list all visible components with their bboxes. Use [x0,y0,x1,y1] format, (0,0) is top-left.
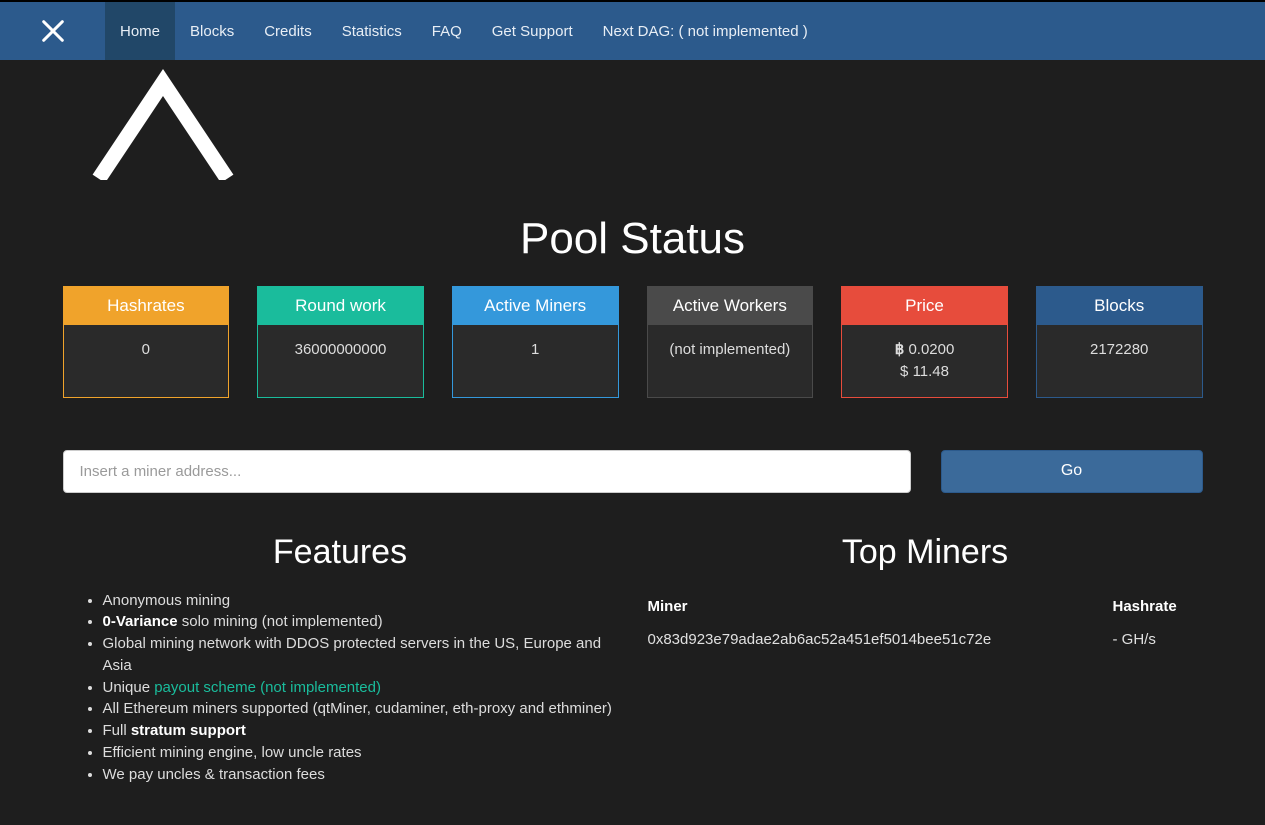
stat-price-value: ฿ 0.0200 $ 11.48 [842,325,1007,397]
feature-text: Unique [103,679,155,696]
dollar-icon: $ [900,363,908,380]
feature-text: solo mining (not implemented) [178,613,383,630]
topminers-title: Top Miners [648,533,1203,572]
price-usd: 11.48 [913,363,949,380]
feature-item: Global mining network with DDOS protecte… [103,633,618,677]
nav-next-dag[interactable]: Next DAG: ( not implemented ) [588,2,823,60]
pickaxe-large-icon [83,60,243,180]
features-title: Features [63,533,618,572]
stat-roundwork-value: 36000000000 [258,325,423,375]
feature-item: Efficient mining engine, low uncle rates [103,742,618,764]
feature-bold: 0-Variance [103,613,178,630]
feature-item: We pay uncles & transaction fees [103,764,618,786]
nav-blocks[interactable]: Blocks [175,2,249,60]
hero-logo [63,60,1203,204]
stat-price: Price ฿ 0.0200 $ 11.48 [841,286,1008,398]
stat-miners-label: Active Miners [453,287,618,325]
stat-hashrates-label: Hashrates [64,287,229,325]
feature-item: All Ethereum miners supported (qtMiner, … [103,698,618,720]
stat-blocks-value: 2172280 [1037,325,1202,375]
stat-hashrates-value: 0 [64,325,229,375]
pickaxe-icon [39,17,67,45]
feature-item: Unique payout scheme (not implemented) [103,677,618,699]
payout-scheme-link[interactable]: payout scheme (not implemented) [154,679,381,696]
nav-home[interactable]: Home [105,2,175,60]
navbar: Home Blocks Credits Statistics FAQ Get S… [0,0,1265,60]
feature-bold: stratum support [131,722,246,739]
nav-faq[interactable]: FAQ [417,2,477,60]
stats-row: Hashrates 0 Round work 36000000000 Activ… [63,286,1203,398]
nav-credits[interactable]: Credits [249,2,327,60]
go-button[interactable]: Go [941,450,1203,493]
nav-statistics[interactable]: Statistics [327,2,417,60]
miner-address: 0x83d923e79adae2ab6ac52a451ef5014bee51c7… [648,631,1113,648]
stat-miners: Active Miners 1 [452,286,619,398]
stat-blocks: Blocks 2172280 [1036,286,1203,398]
miner-address-input[interactable] [63,450,911,493]
features-list: Anonymous mining 0-Variance solo mining … [63,590,618,786]
miner-hashrate: - GH/s [1113,631,1203,648]
stat-workers-value: (not implemented) [648,325,813,375]
topminers-column: Top Miners Miner Hashrate 0x83d923e79ada… [648,533,1203,786]
topminers-table: Miner Hashrate 0x83d923e79adae2ab6ac52a4… [648,590,1203,656]
feature-item: Anonymous mining [103,590,618,612]
stat-price-label: Price [842,287,1007,325]
stat-roundwork: Round work 36000000000 [257,286,424,398]
nav-support[interactable]: Get Support [477,2,588,60]
feature-item: 0-Variance solo mining (not implemented) [103,611,618,633]
feature-item: Full stratum support [103,720,618,742]
stat-blocks-label: Blocks [1037,287,1202,325]
stat-hashrates: Hashrates 0 [63,286,230,398]
table-row: 0x83d923e79adae2ab6ac52a451ef5014bee51c7… [648,623,1203,656]
search-row: Go [63,450,1203,493]
nav-logo[interactable] [0,2,105,60]
table-header: Miner Hashrate [648,590,1203,623]
col-hashrate: Hashrate [1113,598,1203,615]
stat-workers-label: Active Workers [648,287,813,325]
stat-roundwork-label: Round work [258,287,423,325]
stat-miners-value: 1 [453,325,618,375]
col-miner: Miner [648,598,1113,615]
stat-workers: Active Workers (not implemented) [647,286,814,398]
page-title: Pool Status [63,214,1203,264]
feature-text: Full [103,722,131,739]
features-column: Features Anonymous mining 0-Variance sol… [63,533,618,786]
price-btc: 0.0200 [908,341,954,358]
bitcoin-icon: ฿ [895,341,905,358]
